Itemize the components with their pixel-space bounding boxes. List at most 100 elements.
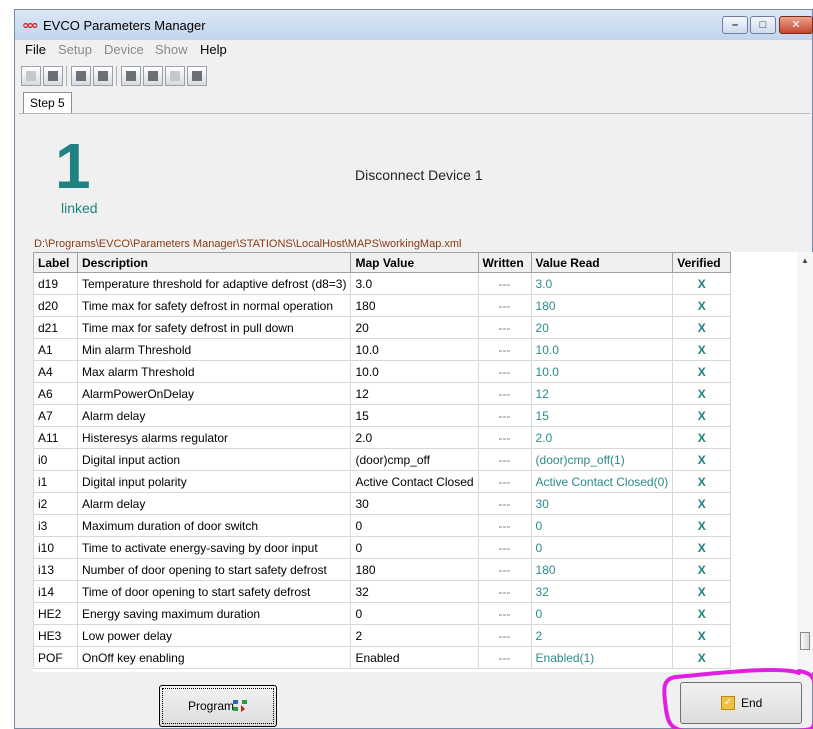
menu-device[interactable]: Device xyxy=(104,42,144,57)
cell-label: d20 xyxy=(33,294,78,317)
end-button-label: End xyxy=(741,696,763,710)
table-row[interactable]: A6 AlarmPowerOnDelay 12 --- 12 X xyxy=(33,382,732,405)
table-row[interactable]: A11 Histeresys alarms regulator 2.0 --- 2.0 X xyxy=(33,426,732,449)
cell-label: i2 xyxy=(33,492,78,515)
linked-device-count: 1 xyxy=(55,130,91,202)
scroll-up-icon[interactable]: ▲ xyxy=(801,256,809,265)
toolbar-grid-button[interactable] xyxy=(93,66,113,86)
minimize-button[interactable]: – xyxy=(722,16,748,34)
cell-map-value: Active Contact Closed xyxy=(350,470,479,493)
toolbar-tools-button[interactable] xyxy=(43,66,63,86)
column-header-label[interactable]: Label xyxy=(33,252,78,273)
cell-value-read: Enabled(1) xyxy=(530,646,674,669)
cell-label: i14 xyxy=(33,580,78,603)
table-row[interactable]: A1 Min alarm Threshold 10.0 --- 10.0 X xyxy=(33,338,732,361)
cell-map-value: 15 xyxy=(350,404,479,427)
cell-written: --- xyxy=(477,646,532,669)
cell-value-read: (door)cmp_off(1) xyxy=(530,448,674,471)
print-icon xyxy=(148,71,158,81)
table-row[interactable]: d20 Time max for safety defrost in normal… xyxy=(33,294,732,317)
device-icon xyxy=(126,71,136,81)
toolbar-info-button[interactable] xyxy=(187,66,207,86)
column-header-value-read[interactable]: Value Read xyxy=(530,252,674,273)
table-row[interactable]: HE3 Low power delay 2 --- 2 X xyxy=(33,624,732,647)
table-header-row: Label Description Map Value Written Valu… xyxy=(33,252,732,273)
toolbar-document-button[interactable] xyxy=(165,66,185,86)
cell-label: i1 xyxy=(33,470,78,493)
table-row[interactable]: d19 Temperature threshold for adaptive de… xyxy=(33,272,732,295)
linked-label: linked xyxy=(61,200,98,216)
scrollbar-thumb[interactable] xyxy=(800,632,810,650)
table-row[interactable]: A7 Alarm delay 15 --- 15 X xyxy=(33,404,732,427)
close-button[interactable]: ✕ xyxy=(779,16,813,34)
cell-value-read: 180 xyxy=(530,558,674,581)
toolbar-map-button[interactable] xyxy=(71,66,91,86)
cell-value-read: 3.0 xyxy=(530,272,674,295)
cell-written: --- xyxy=(477,602,532,625)
cell-map-value: 20 xyxy=(350,316,479,339)
vertical-scrollbar[interactable]: ▲ xyxy=(797,252,813,672)
cell-map-value: 0 xyxy=(350,602,479,625)
table-row[interactable]: d21 Time max for safety defrost in pull d… xyxy=(33,316,732,339)
cell-map-value: (door)cmp_off xyxy=(350,448,479,471)
cell-value-read: 12 xyxy=(530,382,674,405)
cell-written: --- xyxy=(477,448,532,471)
column-header-verified[interactable]: Verified xyxy=(672,252,732,273)
table-row[interactable]: i13 Number of door opening to start safet… xyxy=(33,558,732,581)
table-row[interactable]: A4 Max alarm Threshold 10.0 --- 10.0 X xyxy=(33,360,732,383)
end-button[interactable]: ✓ End xyxy=(680,682,802,724)
cell-description: Energy saving maximum duration xyxy=(76,602,352,625)
menu-help[interactable]: Help xyxy=(200,42,227,57)
cell-description: Number of door opening to start safety d… xyxy=(76,558,352,581)
table-row[interactable]: i10 Time to activate energy-saving by doo… xyxy=(33,536,732,559)
column-header-description[interactable]: Description xyxy=(76,252,352,273)
menu-show[interactable]: Show xyxy=(155,42,188,57)
table-row[interactable]: HE2 Energy saving maximum duration 0 --- 0 X xyxy=(33,602,732,625)
toolbar-print-button[interactable] xyxy=(143,66,163,86)
toolbar-device-button[interactable] xyxy=(121,66,141,86)
column-header-written[interactable]: Written xyxy=(477,252,532,273)
cell-description: Alarm delay xyxy=(76,404,352,427)
cell-written: --- xyxy=(477,492,532,515)
table-row[interactable]: i3 Maximum duration of door switch 0 --- 0 X xyxy=(33,514,732,537)
cell-written: --- xyxy=(477,426,532,449)
cell-value-read: 20 xyxy=(530,316,674,339)
info-icon xyxy=(192,71,202,81)
menu-setup[interactable]: Setup xyxy=(58,42,92,57)
maximize-icon: □ xyxy=(759,19,767,31)
cell-map-value: 3.0 xyxy=(350,272,479,295)
cell-map-value: 0 xyxy=(350,514,479,537)
cell-description: Low power delay xyxy=(76,624,352,647)
cell-map-value: 2.0 xyxy=(350,426,479,449)
program-button[interactable]: Program xyxy=(159,685,277,727)
column-header-map-value[interactable]: Map Value xyxy=(350,252,479,273)
table-row[interactable]: i1 Digital input polarity Active Contact C… xyxy=(33,470,732,493)
cell-map-value: 2 xyxy=(350,624,479,647)
table-row[interactable]: i14 Time of door opening to start safety … xyxy=(33,580,732,603)
tab-step-5[interactable]: Step 5 xyxy=(23,92,72,114)
cell-value-read: 0 xyxy=(530,602,674,625)
cell-map-value: 30 xyxy=(350,492,479,515)
close-icon: ✕ xyxy=(791,19,801,31)
toolbar-separator xyxy=(66,66,67,86)
tools-icon xyxy=(48,71,58,81)
table-body: d19 Temperature threshold for adaptive de… xyxy=(33,272,732,669)
maximize-button[interactable]: □ xyxy=(750,16,776,34)
cell-map-value: 180 xyxy=(350,294,479,317)
menu-file[interactable]: File xyxy=(25,42,46,57)
table-row[interactable]: i2 Alarm delay 30 --- 30 X xyxy=(33,492,732,515)
cell-description: Time max for safety defrost in pull down xyxy=(76,316,352,339)
cell-verified: X xyxy=(672,470,732,493)
cell-verified: X xyxy=(672,316,732,339)
table-row[interactable]: POF OnOff key enabling Enabled --- Enabled(1… xyxy=(33,646,732,669)
cell-written: --- xyxy=(477,272,532,295)
cell-verified: X xyxy=(672,294,732,317)
map-icon xyxy=(76,71,86,81)
cell-verified: X xyxy=(672,272,732,295)
cell-label: POF xyxy=(33,646,78,669)
cell-map-value: 12 xyxy=(350,382,479,405)
cell-verified: X xyxy=(672,602,732,625)
toolbar-connect-button[interactable] xyxy=(21,66,41,86)
table-row[interactable]: i0 Digital input action (door)cmp_off --- (d… xyxy=(33,448,732,471)
cell-written: --- xyxy=(477,580,532,603)
